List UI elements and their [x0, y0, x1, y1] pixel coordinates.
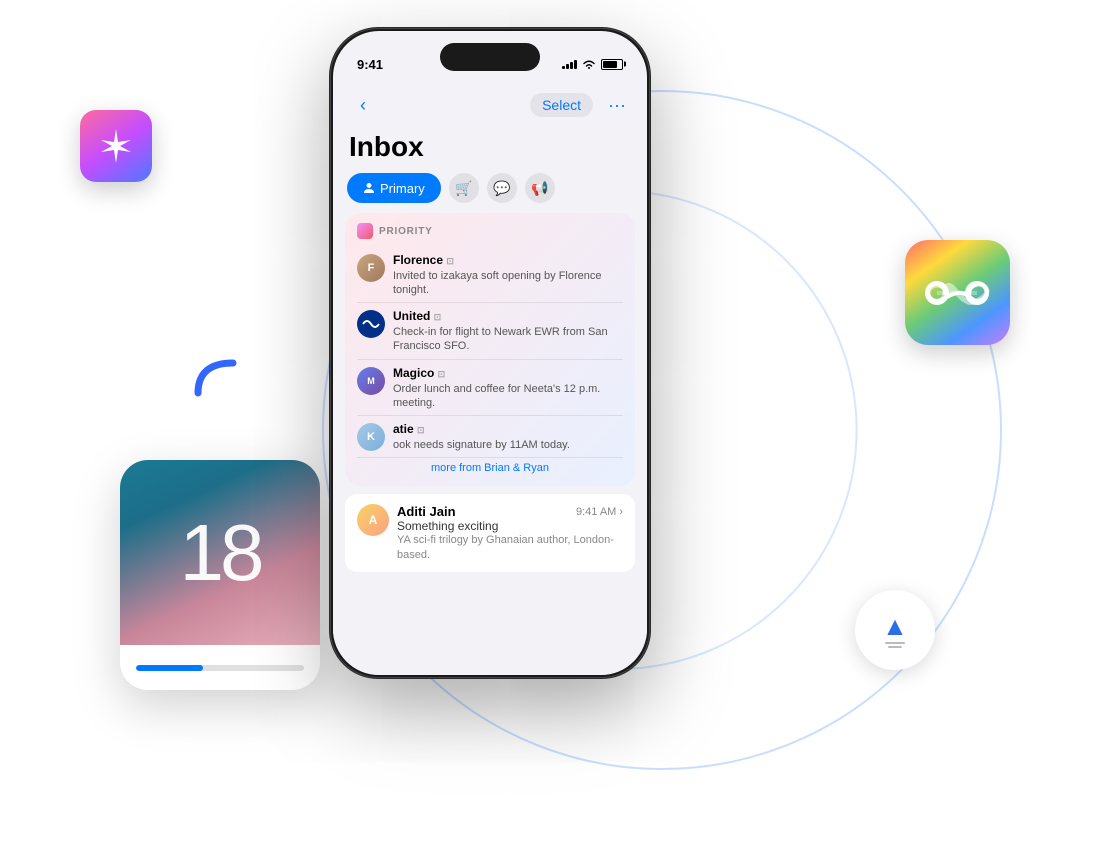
avatar-magico: M — [357, 367, 385, 395]
avatar-aditi: A — [357, 504, 389, 536]
email-sender-united: United ⊡ — [393, 308, 623, 325]
tab-chat[interactable]: 💬 — [487, 173, 517, 203]
ai-indicator: ⊡ — [446, 256, 454, 266]
upload-arrow-icon: ▲ — [882, 613, 908, 639]
person-icon — [363, 182, 375, 194]
status-icons — [562, 59, 623, 70]
tab-primary[interactable]: Primary — [347, 173, 441, 203]
priority-more-link[interactable]: more from Brian & Ryan — [357, 458, 623, 476]
sparkle-app-icon[interactable] — [80, 110, 152, 182]
priority-header: PRIORITY — [357, 223, 623, 239]
swoosh-decoration — [188, 348, 243, 403]
email-time-aditi: 9:41 AM › — [576, 506, 623, 518]
email-item-florence[interactable]: F Florence ⊡ Invited to izakaya soft ope… — [357, 247, 623, 303]
avatar-united — [357, 310, 385, 338]
tab-row: Primary 🛒 💬 📢 — [333, 173, 647, 213]
phone-frame: 9:41 — [330, 28, 650, 678]
email-item-aditi[interactable]: A Aditi Jain 9:41 AM › Something excitin… — [345, 494, 635, 572]
infinity-symbol — [925, 273, 990, 313]
priority-label: PRIORITY — [379, 226, 433, 237]
dynamic-island — [440, 43, 540, 71]
phone-screen: 9:41 — [333, 31, 647, 675]
email-name-aditi: Aditi Jain — [397, 504, 456, 519]
wifi-icon — [582, 59, 596, 69]
phone-mockup: 9:41 — [330, 28, 650, 678]
email-subject-aditi: Something exciting — [397, 519, 623, 533]
email-sender-katie: atie ⊡ — [393, 421, 623, 438]
tab-primary-label: Primary — [380, 181, 425, 196]
upload-button[interactable]: ▲ — [855, 590, 935, 670]
select-button[interactable]: Select — [530, 93, 593, 117]
tab-promotions[interactable]: 📢 — [525, 173, 555, 203]
nav-bar: ‹ Select ··· — [333, 83, 647, 127]
email-preview-magico: Order lunch and coffee for Neeta's 12 p.… — [393, 382, 623, 411]
email-item-magico[interactable]: M Magico ⊡ Order lunch and coffee for Ne… — [357, 360, 623, 416]
mail-app-content: ‹ Select ··· Inbox Primary — [333, 83, 647, 675]
email-item-united[interactable]: United ⊡ Check-in for flight to Newark E… — [357, 303, 623, 359]
email-preview-united: Check-in for flight to Newark EWR from S… — [393, 325, 623, 354]
tab-shopping[interactable]: 🛒 — [449, 173, 479, 203]
ios18-progress-bar — [136, 665, 304, 671]
email-preview-katie: ook needs signature by 11AM today. — [393, 438, 623, 452]
email-body-aditi: YA sci-fi trilogy by Ghanaian author, Lo… — [397, 533, 623, 562]
nav-actions: Select ··· — [530, 91, 631, 119]
email-preview-florence: Invited to izakaya soft opening by Flore… — [393, 269, 623, 298]
more-button[interactable]: ··· — [603, 91, 631, 119]
email-sender-magico: Magico ⊡ — [393, 365, 623, 382]
battery-icon — [601, 59, 623, 70]
priority-logo — [357, 223, 373, 239]
priority-card: PRIORITY F Florence ⊡ Invited to izakaya… — [345, 213, 635, 486]
email-sender-florence: Florence ⊡ — [393, 252, 623, 269]
email-item-katie[interactable]: K atie ⊡ ook needs signature by 11AM tod… — [357, 416, 623, 458]
avatar-florence: F — [357, 254, 385, 282]
back-button[interactable]: ‹ — [349, 91, 377, 119]
status-time: 9:41 — [357, 57, 383, 72]
upload-lines-icon — [885, 642, 905, 648]
ios18-progress-fill — [136, 665, 203, 671]
signal-icon — [562, 59, 577, 69]
avatar-katie: K — [357, 423, 385, 451]
ios18-number: 18 — [180, 507, 261, 599]
infinity-app-icon[interactable] — [905, 240, 1010, 345]
ios18-app-card[interactable]: 18 — [120, 460, 320, 690]
inbox-title: Inbox — [333, 127, 647, 173]
